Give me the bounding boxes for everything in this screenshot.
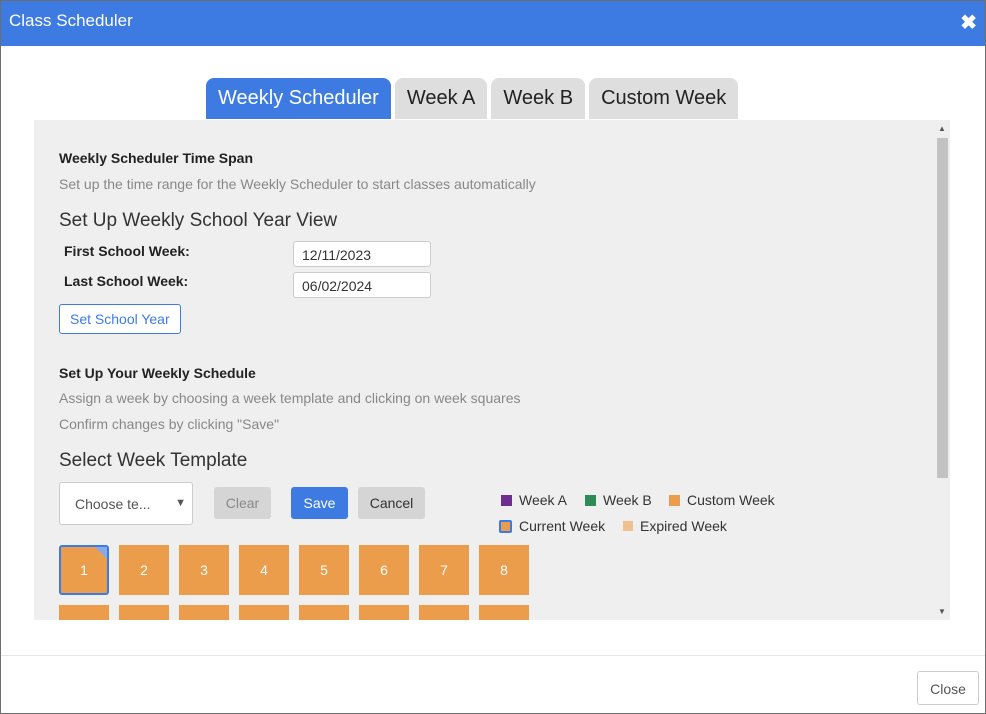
dialog-titlebar: Class Scheduler ✖ xyxy=(1,1,985,46)
chevron-down-icon: ▼ xyxy=(175,497,186,509)
set-school-year-button[interactable]: Set School Year xyxy=(59,304,181,334)
week-square[interactable]: 5 xyxy=(299,545,349,595)
legend-week-b: Week B xyxy=(585,492,652,508)
week-square-partial[interactable] xyxy=(239,605,289,620)
current-week-corner-marker xyxy=(95,547,107,559)
cancel-button[interactable]: Cancel xyxy=(358,487,425,519)
first-week-input[interactable]: 12/11/2023 xyxy=(293,241,431,267)
custom-week-swatch xyxy=(669,494,680,506)
legend-current-week: Current Week xyxy=(499,518,605,534)
footer-divider xyxy=(1,655,985,656)
first-week-label: First School Week: xyxy=(64,243,190,259)
time-span-description: Set up the time range for the Weekly Sch… xyxy=(59,176,536,192)
current-week-swatch xyxy=(499,519,512,533)
time-span-heading: Weekly Scheduler Time Span xyxy=(59,150,254,166)
weekly-scheduler-panel: Weekly Scheduler Time Span Set up the ti… xyxy=(34,120,950,620)
week-square-partial[interactable] xyxy=(299,605,349,620)
schedule-instruction-2: Confirm changes by clicking "Save" xyxy=(59,416,280,432)
week-square[interactable]: 7 xyxy=(419,545,469,595)
scroll-down-arrow-icon[interactable]: ▼ xyxy=(938,607,946,616)
legend-expired-week: Expired Week xyxy=(623,518,727,534)
week-square-partial[interactable] xyxy=(359,605,409,620)
week-square[interactable]: 3 xyxy=(179,545,229,595)
scroll-up-arrow-icon[interactable]: ▲ xyxy=(938,124,946,133)
legend-week-b-label: Week B xyxy=(603,492,652,508)
last-week-label: Last School Week: xyxy=(64,273,189,289)
dialog-title: Class Scheduler xyxy=(9,11,133,30)
week-square[interactable]: 2 xyxy=(119,545,169,595)
year-view-heading: Set Up Weekly School Year View xyxy=(59,210,338,231)
week-square-partial[interactable] xyxy=(59,605,109,620)
select-value: Choose te... xyxy=(75,496,151,512)
legend-current-week-label: Current Week xyxy=(519,518,606,534)
week-square-partial[interactable] xyxy=(479,605,529,620)
last-week-input[interactable]: 06/02/2024 xyxy=(293,272,431,298)
schedule-heading: Set Up Your Weekly Schedule xyxy=(59,365,256,381)
week-square[interactable]: 8 xyxy=(479,545,529,595)
scrollbar-thumb[interactable] xyxy=(937,138,948,478)
template-heading: Select Week Template xyxy=(59,450,248,471)
scheduler-tabs: Weekly Scheduler Week A Week B Custom We… xyxy=(206,78,739,119)
week-a-swatch xyxy=(501,494,512,506)
week-square-partial[interactable] xyxy=(419,605,469,620)
legend-expired-week-label: Expired Week xyxy=(640,518,727,534)
legend-week-a: Week A xyxy=(501,492,567,508)
legend-custom-week-label: Custom Week xyxy=(687,492,775,508)
week-square[interactable]: 6 xyxy=(359,545,409,595)
legend-week-a-label: Week A xyxy=(519,492,567,508)
save-button[interactable]: Save xyxy=(291,487,348,519)
clear-button[interactable]: Clear xyxy=(214,487,271,519)
expired-week-swatch xyxy=(623,521,633,531)
class-scheduler-dialog: Class Scheduler ✖ Weekly Scheduler Week … xyxy=(0,0,986,714)
week-square-partial[interactable] xyxy=(119,605,169,620)
close-icon[interactable]: ✖ xyxy=(960,10,977,35)
tab-weekly-scheduler[interactable]: Weekly Scheduler xyxy=(206,78,391,119)
schedule-instruction-1: Assign a week by choosing a week templat… xyxy=(59,390,521,406)
week-b-swatch xyxy=(585,494,596,506)
week-square-partial[interactable] xyxy=(179,605,229,620)
tab-week-a[interactable]: Week A xyxy=(394,78,488,119)
week-template-select[interactable]: Choose te... ▼ xyxy=(59,482,193,525)
panel-scrollbar[interactable]: ▲ ▼ xyxy=(935,120,950,620)
tab-custom-week[interactable]: Custom Week xyxy=(589,78,739,119)
week-square-current[interactable]: 1 xyxy=(59,545,109,595)
week-square[interactable]: 4 xyxy=(239,545,289,595)
legend-custom-week: Custom Week xyxy=(669,492,775,508)
week-number: 1 xyxy=(80,562,88,578)
tab-week-b[interactable]: Week B xyxy=(491,78,586,119)
close-button[interactable]: Close xyxy=(917,671,979,705)
